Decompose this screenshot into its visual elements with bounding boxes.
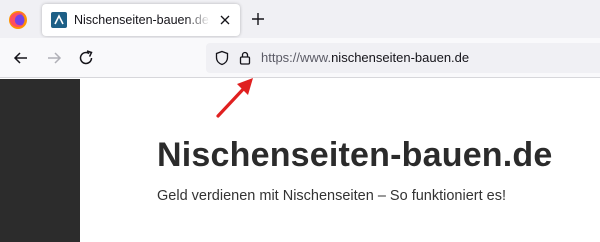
reload-icon[interactable] [76,48,96,68]
tab-bar: Nischenseiten-bauen.de | Geld verdienen … [0,0,600,38]
navigation-toolbar: https://www.nischenseiten-bauen.de [0,38,600,78]
firefox-icon[interactable] [7,9,29,31]
back-arrow-icon[interactable] [11,48,31,68]
lock-icon[interactable] [237,50,253,66]
plus-icon[interactable] [249,10,267,28]
tab-title: Nischenseiten-bauen.de | Geld verdienen … [74,13,210,27]
annotation-arrow [216,78,253,118]
close-icon[interactable] [218,13,232,27]
site-tagline: Geld verdienen mit Nischenseiten – So fu… [157,188,506,204]
tab-active[interactable]: Nischenseiten-bauen.de | Geld verdienen … [42,4,240,36]
shield-icon[interactable] [214,50,230,66]
url-bar[interactable]: https://www.nischenseiten-bauen.de [206,43,600,73]
site-title: Nischenseiten-bauen.de [157,136,553,174]
forward-arrow-icon[interactable] [44,48,64,68]
url-domain: nischenseiten-bauen.de [331,50,470,65]
site-favicon [51,12,67,28]
page-sidebar [0,79,80,242]
url-prefix: https://www. [261,50,332,65]
url-text[interactable]: https://www.nischenseiten-bauen.de [261,50,469,66]
